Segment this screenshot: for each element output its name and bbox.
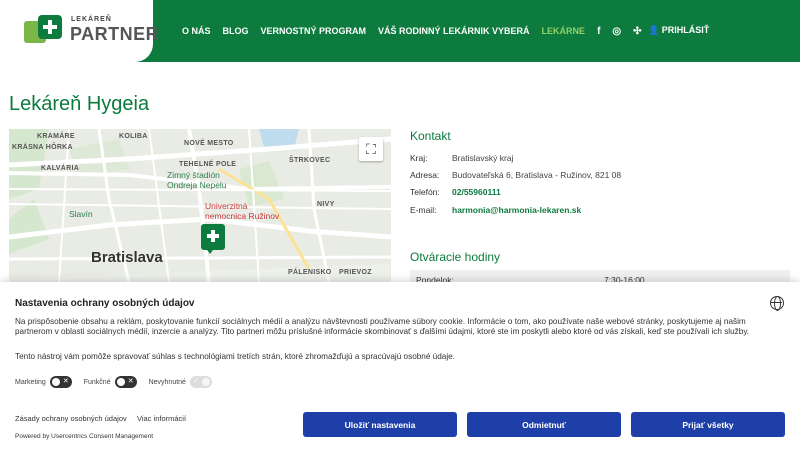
map-label: KRAMÁRE <box>37 133 75 140</box>
contact-label: Kraj: <box>410 153 428 163</box>
map-label: KOLIBA <box>119 133 148 140</box>
map-poi-slavin: Slavín <box>69 209 93 219</box>
contact-region: Bratislavský kraj <box>452 153 514 163</box>
powered-by-text: Powered by Usercentrics Consent Manageme… <box>15 433 154 440</box>
main-nav: O NÁS BLOG VERNOSTNÝ PROGRAM VÁŠ RODINNÝ… <box>182 0 654 62</box>
login-button[interactable]: 👤 PRIHLÁSIŤ <box>648 25 709 36</box>
pin-tail <box>205 247 215 254</box>
map-label: ŠTRKOVEC <box>289 157 331 164</box>
map-city-label: Bratislava <box>91 249 163 266</box>
toggle-necessary <box>189 376 212 388</box>
map-label: PRIEVOZ <box>339 269 372 276</box>
contact-label: Adresa: <box>410 170 440 180</box>
nav-item-blog[interactable]: BLOG <box>223 26 249 36</box>
toggle-label-functional: Funkčné <box>83 378 111 386</box>
privacy-policy-link[interactable]: Zásady ochrany osobných údajov <box>15 414 127 423</box>
fullscreen-icon[interactable]: ⛶ <box>359 137 383 161</box>
map-label: NIVY <box>317 201 335 208</box>
contact-email-link[interactable]: harmonia@harmonia-lekaren.sk <box>452 205 581 215</box>
map-label: KALVÁRIA <box>41 165 80 172</box>
page-title: Lekáreň Hygeia <box>9 93 150 115</box>
language-globe-icon[interactable] <box>770 296 784 311</box>
nav-item-vernostny-program[interactable]: VERNOSTNÝ PROGRAM <box>261 26 367 36</box>
site-header: LEKÁREŇ PARTNER O NÁS BLOG VERNOSTNÝ PRO… <box>0 0 800 62</box>
consent-toggles: Marketing Funkčné Nevyhnutné <box>15 376 224 388</box>
map-poi-stadium-line1: Zimný štadión <box>167 170 220 180</box>
logo-small-text: LEKÁREŇ <box>71 16 112 23</box>
contact-label: E-mail: <box>410 205 437 215</box>
map-poi-hospital: Univerzitná nemocnica Ružinov <box>205 201 279 221</box>
contact-phone-link[interactable]: 02/55960111 <box>452 187 501 197</box>
logo-big-text: PARTNER <box>70 24 160 44</box>
login-label: PRIHLÁSIŤ <box>661 25 710 35</box>
toggle-functional[interactable] <box>114 376 137 388</box>
cookie-banner: Nastavenia ochrany osobných údajov Na pr… <box>0 282 800 450</box>
pharmacy-network-icon[interactable]: ✣ <box>633 26 641 37</box>
cookie-title: Nastavenia ochrany osobných údajov <box>15 298 195 309</box>
map-poi-stadium: Zimný štadión Ondreja Nepelu <box>167 170 227 190</box>
contact-address: Budovateľská 6, Bratislava - Ružinov, 82… <box>452 170 622 180</box>
map-label: KRÁSNA HÔRKA <box>12 144 73 151</box>
toggle-marketing[interactable] <box>49 376 72 388</box>
map-label: NOVÉ MESTO <box>184 140 234 147</box>
instagram-icon[interactable]: ◎ <box>612 26 621 37</box>
facebook-icon[interactable]: f <box>597 26 600 37</box>
map-poi-stadium-line2: Ondreja Nepelu <box>167 180 227 190</box>
user-icon: 👤 <box>648 25 660 35</box>
toggle-label-necessary: Nevyhnutné <box>148 378 186 386</box>
logo-cross-icon <box>38 15 62 39</box>
contact-heading: Kontakt <box>410 129 451 143</box>
save-settings-button[interactable]: Uložiť nastavenia <box>303 412 457 437</box>
hours-heading: Otváracie hodiny <box>410 250 501 264</box>
map-label: TEHELNÉ POLE <box>179 161 237 168</box>
accept-all-button[interactable]: Prijať všetky <box>631 412 785 437</box>
nav-item-o-nas[interactable]: O NÁS <box>182 26 211 36</box>
nav-item-lekarne[interactable]: LEKÁRNE <box>542 26 586 36</box>
cookie-description-2: Tento nástroj vám pomôže spravovať súhla… <box>15 352 455 361</box>
toggle-label-marketing: Marketing <box>15 378 46 386</box>
nav-item-lekarnik-vybera[interactable]: VÁŠ RODINNÝ LEKÁRNIK VYBERÁ <box>378 26 530 36</box>
map-label: PÁLENISKO <box>288 269 332 276</box>
cookie-description: Na prispôsobenie obsahu a reklám, poskyt… <box>15 317 750 337</box>
map-poi-hospital-line1: Univerzitná <box>205 201 248 211</box>
more-info-link[interactable]: Viac informácií <box>137 414 186 423</box>
contact-label: Telefón: <box>410 187 440 197</box>
deny-button[interactable]: Odmietnuť <box>467 412 621 437</box>
logo[interactable]: LEKÁREŇ PARTNER <box>0 0 159 62</box>
map[interactable]: KRAMÁRE KOLIBA KRÁSNA HÔRKA NOVÉ MESTO T… <box>9 129 391 282</box>
map-poi-hospital-line2: nemocnica Ružinov <box>205 211 280 221</box>
